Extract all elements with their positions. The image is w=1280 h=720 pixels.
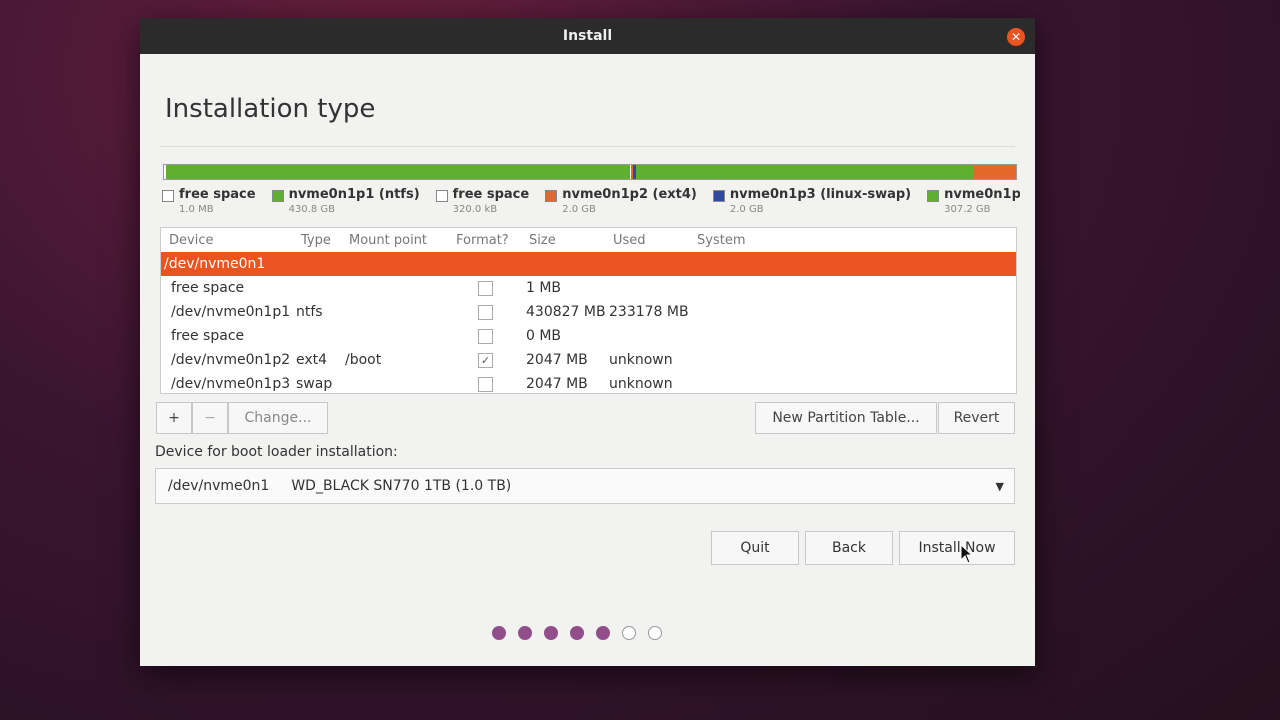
progress-dot [622, 626, 636, 640]
bootloader-label: Device for boot loader installation: [155, 444, 398, 460]
row-device: /dev/nvme0n1p1 [171, 304, 291, 320]
progress-dot [492, 626, 506, 640]
legend-name: nvme0n1p3 (linux-swap) [729, 187, 912, 202]
back-button[interactable]: Back [805, 531, 893, 565]
row-used: unknown [609, 376, 673, 392]
progress-indicator [492, 626, 662, 640]
disk-usage-bar [163, 164, 1017, 180]
legend-name: nvme0n1p4 [944, 187, 1020, 202]
column-header-mount[interactable]: Mount point [349, 233, 427, 248]
row-device: /dev/nvme0n1p2 [171, 352, 291, 368]
main-content: Installation type free space 1.0 MB nvme… [140, 54, 1035, 666]
legend-swatch [545, 190, 558, 202]
legend-item: nvme0n1p2 (ext4) 2.0 GB [545, 187, 697, 215]
legend-size: 2.0 GB [562, 204, 596, 215]
installer-window: Install ✕ Installation type free space 1… [140, 18, 1035, 666]
mouse-pointer-icon [960, 544, 974, 564]
table-row[interactable]: /dev/nvme0n1p1 ntfs 430827 MB 233178 MB [161, 300, 1016, 324]
bootloader-device-select[interactable]: /dev/nvme0n1 WD_BLACK SN770 1TB (1.0 TB)… [155, 468, 1015, 504]
table-row-selected[interactable]: /dev/nvme0n1 [161, 252, 1016, 276]
format-checkbox[interactable] [478, 280, 493, 296]
table-header: Device Type Mount point Format? Size Use… [161, 228, 1016, 252]
page-title: Installation type [165, 94, 376, 124]
revert-button[interactable]: Revert [938, 402, 1015, 434]
chevron-down-icon: ▼ [995, 479, 1004, 493]
column-header-device[interactable]: Device [169, 233, 213, 248]
disk-bar-segment [165, 165, 631, 179]
table-row[interactable]: free space 0 MB [161, 324, 1016, 348]
remove-partition-button[interactable]: − [192, 402, 228, 434]
legend-swatch [162, 190, 174, 202]
bootloader-device: /dev/nvme0n1 [168, 478, 270, 494]
row-size: 2047 MB [526, 376, 588, 392]
format-checkbox[interactable] [478, 304, 493, 320]
new-partition-table-button[interactable]: New Partition Table... [755, 402, 937, 434]
title-bar: Install ✕ [140, 18, 1035, 54]
row-size: 2047 MB [526, 352, 588, 368]
progress-dot [570, 626, 584, 640]
legend-size: 430.8 GB [288, 204, 335, 215]
column-header-format[interactable]: Format? [456, 233, 509, 248]
column-header-system[interactable]: System [697, 233, 745, 248]
legend-size: 2.0 GB [729, 204, 764, 215]
legend-size: 320.0 kB [452, 204, 498, 215]
row-device: /dev/nvme0n1 [164, 256, 266, 272]
progress-dot [596, 626, 610, 640]
row-device: free space [171, 280, 245, 296]
column-header-size[interactable]: Size [529, 233, 556, 248]
row-size: 430827 MB [526, 304, 606, 320]
legend-item: nvme0n1p4 307.2 GB [927, 187, 1020, 215]
progress-dot [648, 626, 662, 640]
add-partition-button[interactable]: + [156, 402, 192, 434]
row-size: 1 MB [526, 280, 562, 296]
legend-name: nvme0n1p2 (ext4) [562, 187, 697, 202]
table-row[interactable]: free space 1 MB [161, 276, 1016, 300]
column-header-used[interactable]: Used [613, 233, 646, 248]
row-device: /dev/nvme0n1p3 [171, 376, 291, 392]
legend-item: nvme0n1p3 (linux-swap) 2.0 GB [712, 187, 912, 215]
disk-bar-segment [635, 165, 973, 179]
table-row[interactable]: /dev/nvme0n1p2 ext4 /boot ✓ 2047 MB unkn… [161, 348, 1016, 372]
row-size: 0 MB [526, 328, 562, 344]
row-used: unknown [609, 352, 673, 368]
format-checkbox[interactable] [478, 376, 493, 392]
row-mount: /boot [345, 352, 382, 368]
row-type: ext4 [296, 352, 328, 368]
progress-dot [544, 626, 558, 640]
quit-button[interactable]: Quit [711, 531, 799, 565]
progress-dot [518, 626, 532, 640]
partition-table[interactable]: Device Type Mount point Format? Size Use… [160, 227, 1017, 394]
legend-item: free space 320.0 kB [435, 187, 530, 215]
legend-swatch [927, 190, 940, 202]
legend-swatch [435, 190, 448, 202]
column-header-type[interactable]: Type [301, 233, 331, 248]
partition-legend: free space 1.0 MB nvme0n1p1 (ntfs) 430.8… [162, 187, 1020, 215]
window-title: Install [562, 28, 613, 44]
format-checkbox[interactable] [478, 328, 493, 344]
legend-name: nvme0n1p1 (ntfs) [288, 187, 420, 202]
format-checkbox[interactable]: ✓ [478, 352, 493, 368]
disk-bar-segment [972, 165, 1016, 179]
legend-item: free space 1.0 MB [162, 187, 256, 215]
legend-item: nvme0n1p1 (ntfs) 430.8 GB [271, 187, 420, 215]
row-type: swap [296, 376, 333, 392]
legend-swatch [271, 190, 284, 202]
legend-name: free space [179, 187, 256, 202]
divider [160, 146, 1015, 147]
table-row[interactable]: /dev/nvme0n1p3 swap 2047 MB unknown [161, 372, 1016, 396]
row-device: free space [171, 328, 245, 344]
close-icon[interactable]: ✕ [1007, 28, 1025, 46]
legend-size: 1.0 MB [179, 204, 214, 215]
legend-swatch [712, 190, 725, 202]
legend-size: 307.2 GB [944, 204, 991, 215]
bootloader-model: WD_BLACK SN770 1TB (1.0 TB) [291, 478, 512, 494]
row-used: 233178 MB [609, 304, 689, 320]
install-now-button[interactable]: Install Now [899, 531, 1015, 565]
row-type: ntfs [296, 304, 323, 320]
change-partition-button[interactable]: Change... [228, 402, 328, 434]
legend-name: free space [452, 187, 530, 202]
